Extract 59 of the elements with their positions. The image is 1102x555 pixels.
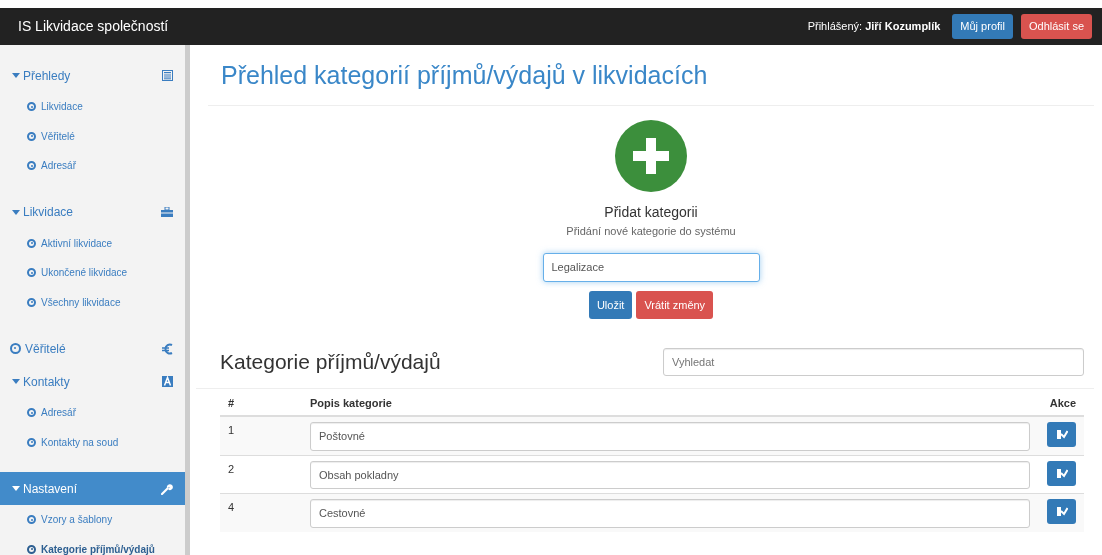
- sidebar-subitem[interactable]: Vzory a šablony: [0, 505, 185, 535]
- sidebar-subitem[interactable]: Aktivní likvidace: [0, 228, 185, 258]
- description-input[interactable]: Poštovné: [310, 422, 1030, 451]
- revert-button[interactable]: Vrátit změny: [636, 290, 714, 319]
- panel-title: Přidat kategorii: [604, 202, 698, 222]
- panel-subtitle: Přidání nové kategorie do systému: [566, 223, 736, 239]
- logout-button[interactable]: Odhlásit se: [1020, 14, 1092, 39]
- check-icon: [1055, 467, 1068, 479]
- wrench-icon: [161, 482, 173, 495]
- dot-circle-icon: [27, 238, 36, 248]
- sidebar-subitem[interactable]: Kontakty na soud: [0, 427, 185, 457]
- login-text: Přihlášený: Jiří Kozumplík: [807, 19, 941, 35]
- section-heading: Kategorie příjmů/výdajů: [220, 349, 441, 375]
- app-title[interactable]: IS Likvidace společností: [18, 16, 169, 37]
- caret-icon: [12, 209, 20, 215]
- search-field[interactable]: Vyhledat: [663, 347, 1084, 376]
- row-number: 2: [228, 462, 235, 475]
- check-icon: [1055, 429, 1068, 440]
- dot-circle-icon: [27, 437, 36, 447]
- page-title: Přehled kategorií příjmů/výdajů v likvidacích: [221, 60, 709, 91]
- description-input[interactable]: Cestovné: [310, 499, 1030, 528]
- sidebar-item[interactable]: Likvidace: [0, 195, 185, 229]
- sidebar-subitem[interactable]: Likvidace: [0, 92, 185, 122]
- save-button[interactable]: Uložit: [588, 290, 633, 319]
- row-number: 1: [228, 424, 235, 436]
- dot-circle-icon: [27, 161, 36, 171]
- save-row-button[interactable]: [1047, 460, 1076, 486]
- check-icon: [1055, 506, 1068, 517]
- save-row-button[interactable]: [1047, 499, 1076, 524]
- dot-circle-icon: [27, 408, 36, 418]
- save-row-button[interactable]: [1047, 422, 1076, 447]
- category-input[interactable]: Legalizace: [542, 253, 760, 282]
- sidebar-item[interactable]: Věřitelé: [0, 332, 185, 365]
- sidebar-item[interactable]: Přehledy: [0, 59, 185, 92]
- caret-icon: [12, 486, 20, 491]
- row-number: 4: [228, 501, 235, 513]
- dot-circle-icon: [27, 102, 36, 112]
- sidebar-subitem[interactable]: Všechny likvidace: [0, 287, 185, 317]
- briefcase-icon: [161, 207, 173, 217]
- dot-circle-icon: [27, 131, 36, 141]
- letter-icon: [162, 376, 173, 387]
- sidebar-item[interactable]: Nastavení: [0, 472, 185, 505]
- table-icon: [162, 70, 173, 81]
- dot-circle-icon: [10, 343, 21, 354]
- euro-icon: [162, 342, 173, 355]
- sidebar-subitem[interactable]: Věřitelé: [0, 121, 185, 151]
- dot-circle-icon: [27, 297, 36, 307]
- dot-circle-icon: [27, 268, 36, 278]
- sidebar-subitem[interactable]: Adresář: [0, 151, 185, 181]
- sidebar-subitem[interactable]: Ukončené likvidace: [0, 258, 185, 288]
- sidebar-subitem[interactable]: Kategorie příjmů/výdajů: [0, 534, 185, 555]
- dot-circle-icon: [27, 544, 36, 554]
- caret-icon: [12, 379, 20, 384]
- sidebar-subitem[interactable]: Adresář: [0, 398, 185, 428]
- description-input[interactable]: Obsah pokladny: [310, 460, 1030, 489]
- profile-button[interactable]: Můj profil: [952, 14, 1013, 39]
- dot-circle-icon: [27, 515, 36, 525]
- sidebar-item[interactable]: Kontakty: [0, 365, 185, 398]
- caret-icon: [12, 73, 20, 78]
